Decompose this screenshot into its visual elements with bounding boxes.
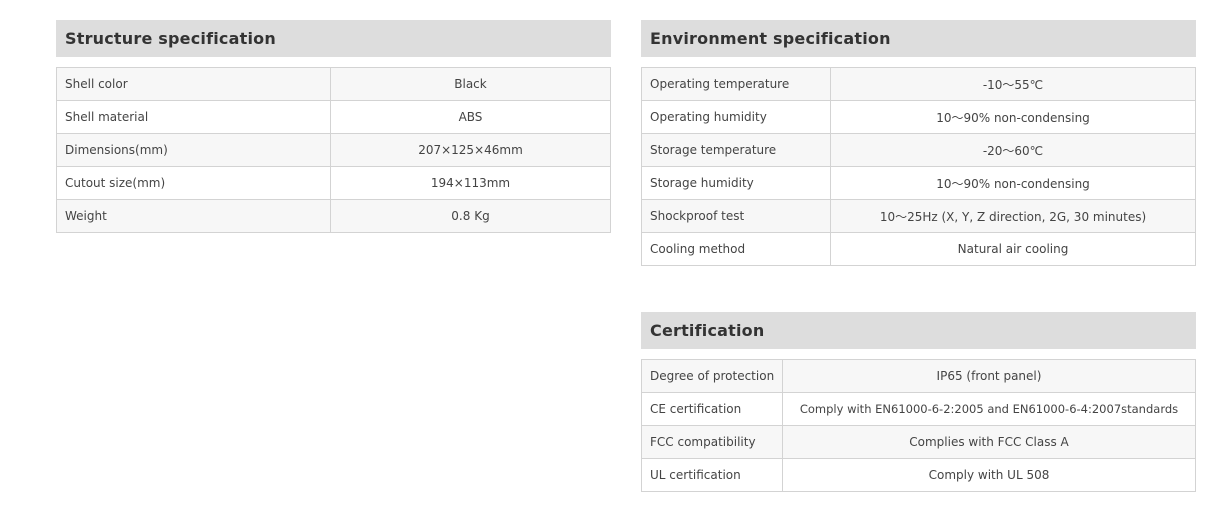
- environment-spec-panel: Environment specification Operating temp…: [641, 20, 1196, 266]
- certification-table: Degree of protection IP65 (front panel) …: [641, 359, 1196, 492]
- structure-spec-panel: Structure specification Shell color Blac…: [56, 20, 611, 233]
- spec-value: ABS: [330, 100, 611, 134]
- spec-label: Cooling method: [641, 232, 831, 266]
- spec-label: Degree of protection: [641, 359, 783, 393]
- table-row: Cutout size(mm) 194×113mm: [56, 166, 611, 200]
- spec-label: Shockproof test: [641, 199, 831, 233]
- spec-value: 194×113mm: [330, 166, 611, 200]
- spec-value: Comply with EN61000-6-2:2005 and EN61000…: [782, 392, 1196, 426]
- table-row: Weight 0.8 Kg: [56, 199, 611, 233]
- spec-label: Dimensions(mm): [56, 133, 331, 167]
- spec-label: UL certification: [641, 458, 783, 492]
- spec-value: -10～55℃: [830, 67, 1196, 101]
- spec-label: FCC compatibility: [641, 425, 783, 459]
- spec-value: Black: [330, 67, 611, 101]
- table-row: Operating temperature -10～55℃: [641, 67, 1196, 101]
- table-row: Shell material ABS: [56, 100, 611, 134]
- environment-spec-title: Environment specification: [641, 20, 1196, 57]
- table-row: Degree of protection IP65 (front panel): [641, 359, 1196, 393]
- table-row: Dimensions(mm) 207×125×46mm: [56, 133, 611, 167]
- certification-title: Certification: [641, 312, 1196, 349]
- spec-value: 10～25Hz (X, Y, Z direction, 2G, 30 minut…: [830, 199, 1196, 233]
- spec-label: Operating temperature: [641, 67, 831, 101]
- spec-value: 10～90% non-condensing: [830, 100, 1196, 134]
- spec-label: CE certification: [641, 392, 783, 426]
- certification-panel: Certification Degree of protection IP65 …: [641, 312, 1196, 492]
- spec-value: 207×125×46mm: [330, 133, 611, 167]
- spec-label: Cutout size(mm): [56, 166, 331, 200]
- table-row: Shell color Black: [56, 67, 611, 101]
- table-row: Cooling method Natural air cooling: [641, 232, 1196, 266]
- spec-label: Storage temperature: [641, 133, 831, 167]
- spec-label: Weight: [56, 199, 331, 233]
- spec-label: Storage humidity: [641, 166, 831, 200]
- table-row: Operating humidity 10～90% non-condensing: [641, 100, 1196, 134]
- spec-value: Comply with UL 508: [782, 458, 1196, 492]
- spec-value: 10～90% non-condensing: [830, 166, 1196, 200]
- table-row: CE certification Comply with EN61000-6-2…: [641, 392, 1196, 426]
- environment-spec-table: Operating temperature -10～55℃ Operating …: [641, 67, 1196, 266]
- table-row: Shockproof test 10～25Hz (X, Y, Z directi…: [641, 199, 1196, 233]
- table-row: FCC compatibility Complies with FCC Clas…: [641, 425, 1196, 459]
- spec-label: Operating humidity: [641, 100, 831, 134]
- spec-value: -20～60℃: [830, 133, 1196, 167]
- structure-spec-title: Structure specification: [56, 20, 611, 57]
- spec-label: Shell material: [56, 100, 331, 134]
- spec-value: IP65 (front panel): [782, 359, 1196, 393]
- spec-value: Complies with FCC Class A: [782, 425, 1196, 459]
- table-row: Storage humidity 10～90% non-condensing: [641, 166, 1196, 200]
- spec-label: Shell color: [56, 67, 331, 101]
- table-row: UL certification Comply with UL 508: [641, 458, 1196, 492]
- spec-value: Natural air cooling: [830, 232, 1196, 266]
- structure-spec-table: Shell color Black Shell material ABS Dim…: [56, 67, 611, 233]
- table-row: Storage temperature -20～60℃: [641, 133, 1196, 167]
- spec-value: 0.8 Kg: [330, 199, 611, 233]
